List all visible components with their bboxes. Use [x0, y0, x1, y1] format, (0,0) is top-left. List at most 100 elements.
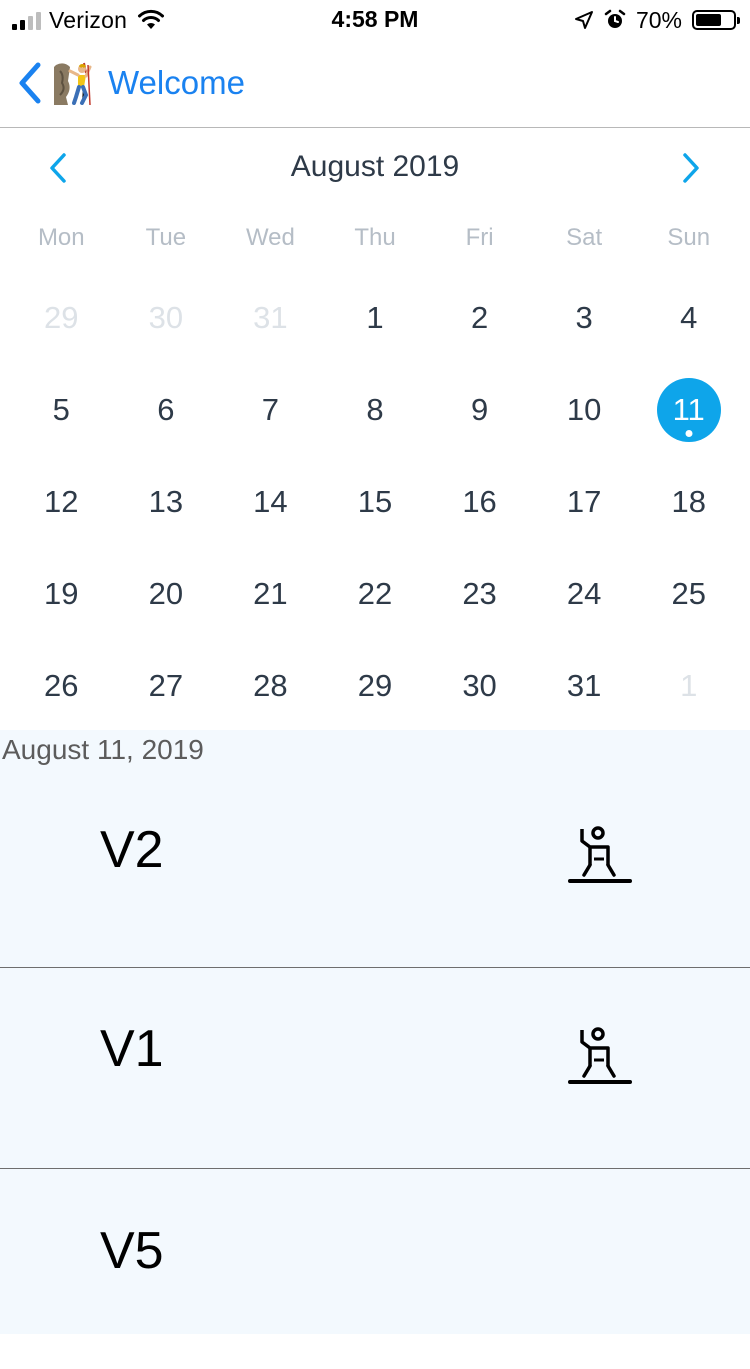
weekday-label: Sun: [667, 224, 711, 251]
calendar-day[interactable]: 15: [323, 456, 428, 548]
calendar-day-number: 6: [157, 392, 175, 427]
selected-date-label: August 11, 2019: [2, 734, 204, 765]
calendar-day[interactable]: 28: [218, 640, 323, 732]
calendar-day-number: 1: [366, 300, 384, 335]
calendar-day-number: 23: [462, 576, 497, 611]
calendar-day-number: 3: [575, 300, 593, 335]
weekday-header: Mon Tue Wed Thu Fri Sat Sun: [0, 224, 750, 260]
calendar-day[interactable]: 21: [218, 548, 323, 640]
weekday-label: Tue: [145, 224, 187, 251]
calendar-day-number: 31: [253, 300, 288, 335]
battery-level-fill: [696, 14, 722, 26]
calendar-day-number: 10: [566, 392, 602, 427]
calendar-day-number: 5: [52, 392, 70, 427]
calendar-day-number: 29: [44, 300, 79, 335]
climb-row[interactable]: V5: [0, 1169, 750, 1369]
calendar-day-number: 19: [44, 576, 79, 611]
calendar-day[interactable]: 10: [532, 364, 637, 456]
calendar-day[interactable]: 14: [218, 456, 323, 548]
climb-grade: V2: [100, 821, 164, 879]
calendar-day-number: 20: [148, 576, 184, 611]
calendar-day[interactable]: 17: [532, 456, 637, 548]
navigation-bar: Welcome: [0, 40, 750, 128]
weekday-label: Sat: [566, 224, 603, 251]
climb-row[interactable]: V2: [0, 767, 750, 968]
battery-percent: 70%: [635, 6, 682, 33]
person-climbing-icon: [54, 62, 92, 105]
calendar-day[interactable]: 3: [532, 272, 637, 364]
weekday-label: Fri: [465, 224, 494, 251]
climb-row[interactable]: V1: [0, 968, 750, 1169]
battery-icon: [692, 10, 740, 30]
calendar-day-selected[interactable]: 11: [636, 364, 741, 456]
calendar-day[interactable]: 30: [114, 272, 219, 364]
calendar-day-number: 2: [470, 300, 489, 335]
back-button[interactable]: Welcome: [16, 58, 245, 108]
calendar-day[interactable]: 5: [9, 364, 114, 456]
calendar-day[interactable]: 4: [636, 272, 741, 364]
calendar-day[interactable]: 16: [427, 456, 532, 548]
calendar-day[interactable]: 23: [427, 548, 532, 640]
calendar-day[interactable]: 13: [114, 456, 219, 548]
calendar-day[interactable]: 8: [323, 364, 428, 456]
calendar-day-number: 18: [671, 484, 706, 519]
calendar-day[interactable]: 19: [9, 548, 114, 640]
status-right: 70%: [574, 6, 740, 34]
weekday-label: Mon: [37, 224, 85, 251]
calendar-day-number: 24: [566, 576, 602, 611]
status-bar: Verizon 4:58 PM 70%: [0, 0, 750, 40]
calendar-day[interactable]: 1: [636, 640, 741, 732]
chevron-right-icon: [683, 153, 699, 183]
calendar-day[interactable]: 1: [323, 272, 428, 364]
calendar: August 2019 Mon Tue Wed Thu Fri Sat Sun …: [0, 128, 750, 730]
calendar-day[interactable]: 31: [218, 272, 323, 364]
calendar-day-number: 4: [680, 300, 698, 335]
day-grid: 29 30 31 1 2 3 4 5 6 7 8 9 10 11 12 13 14 15 16 17 18 19 20 21 2…: [0, 272, 750, 732]
calendar-day-number: 30: [148, 300, 184, 335]
calendar-day-number: 7: [261, 392, 280, 427]
calendar-day-number: 15: [357, 484, 393, 519]
calendar-day[interactable]: 27: [114, 640, 219, 732]
next-month-button[interactable]: [671, 148, 711, 188]
calendar-day[interactable]: 12: [9, 456, 114, 548]
battery-nub: [737, 17, 740, 24]
calendar-day[interactable]: 6: [114, 364, 219, 456]
calendar-day-number: 29: [357, 668, 393, 703]
calendar-day[interactable]: 29: [9, 272, 114, 364]
calendar-day[interactable]: 20: [114, 548, 219, 640]
calendar-day[interactable]: 22: [323, 548, 428, 640]
calendar-day-number: 1: [680, 668, 698, 703]
calendar-day[interactable]: 25: [636, 548, 741, 640]
calendar-day[interactable]: 24: [532, 548, 637, 640]
calendar-day[interactable]: 7: [218, 364, 323, 456]
back-label: Welcome: [108, 64, 245, 101]
calendar-day-number: 16: [462, 484, 497, 519]
location-arrow-icon: [574, 11, 593, 29]
weekday-label: Wed: [245, 224, 295, 251]
calendar-day[interactable]: 31: [532, 640, 637, 732]
event-dot-indicator: [685, 430, 693, 437]
calendar-day[interactable]: 9: [427, 364, 532, 456]
calendar-day-number: 31: [566, 668, 602, 703]
calendar-day-number: 9: [470, 392, 489, 427]
calendar-day-number: 21: [253, 576, 288, 611]
climb-grade: V1: [100, 1020, 164, 1078]
calendar-day-number: 22: [357, 576, 393, 611]
calendar-day-number: 12: [44, 484, 79, 519]
calendar-day[interactable]: 26: [9, 640, 114, 732]
chevron-left-icon: [19, 62, 41, 104]
boulder-climber-icon: [568, 826, 632, 883]
calendar-day[interactable]: 18: [636, 456, 741, 548]
calendar-day-number: 8: [366, 392, 384, 427]
calendar-day[interactable]: 29: [323, 640, 428, 732]
weekday-label: Thu: [354, 224, 396, 251]
calendar-day-number: 25: [671, 576, 706, 611]
calendar-day[interactable]: 2: [427, 272, 532, 364]
calendar-day-number: 14: [253, 484, 288, 519]
calendar-day-number: 17: [566, 484, 602, 519]
calendar-day-number: 30: [462, 668, 497, 703]
month-title: August 2019: [290, 150, 460, 183]
calendar-day[interactable]: 30: [427, 640, 532, 732]
calendar-day-number: 28: [253, 668, 288, 703]
boulder-climber-icon: [568, 1027, 632, 1084]
